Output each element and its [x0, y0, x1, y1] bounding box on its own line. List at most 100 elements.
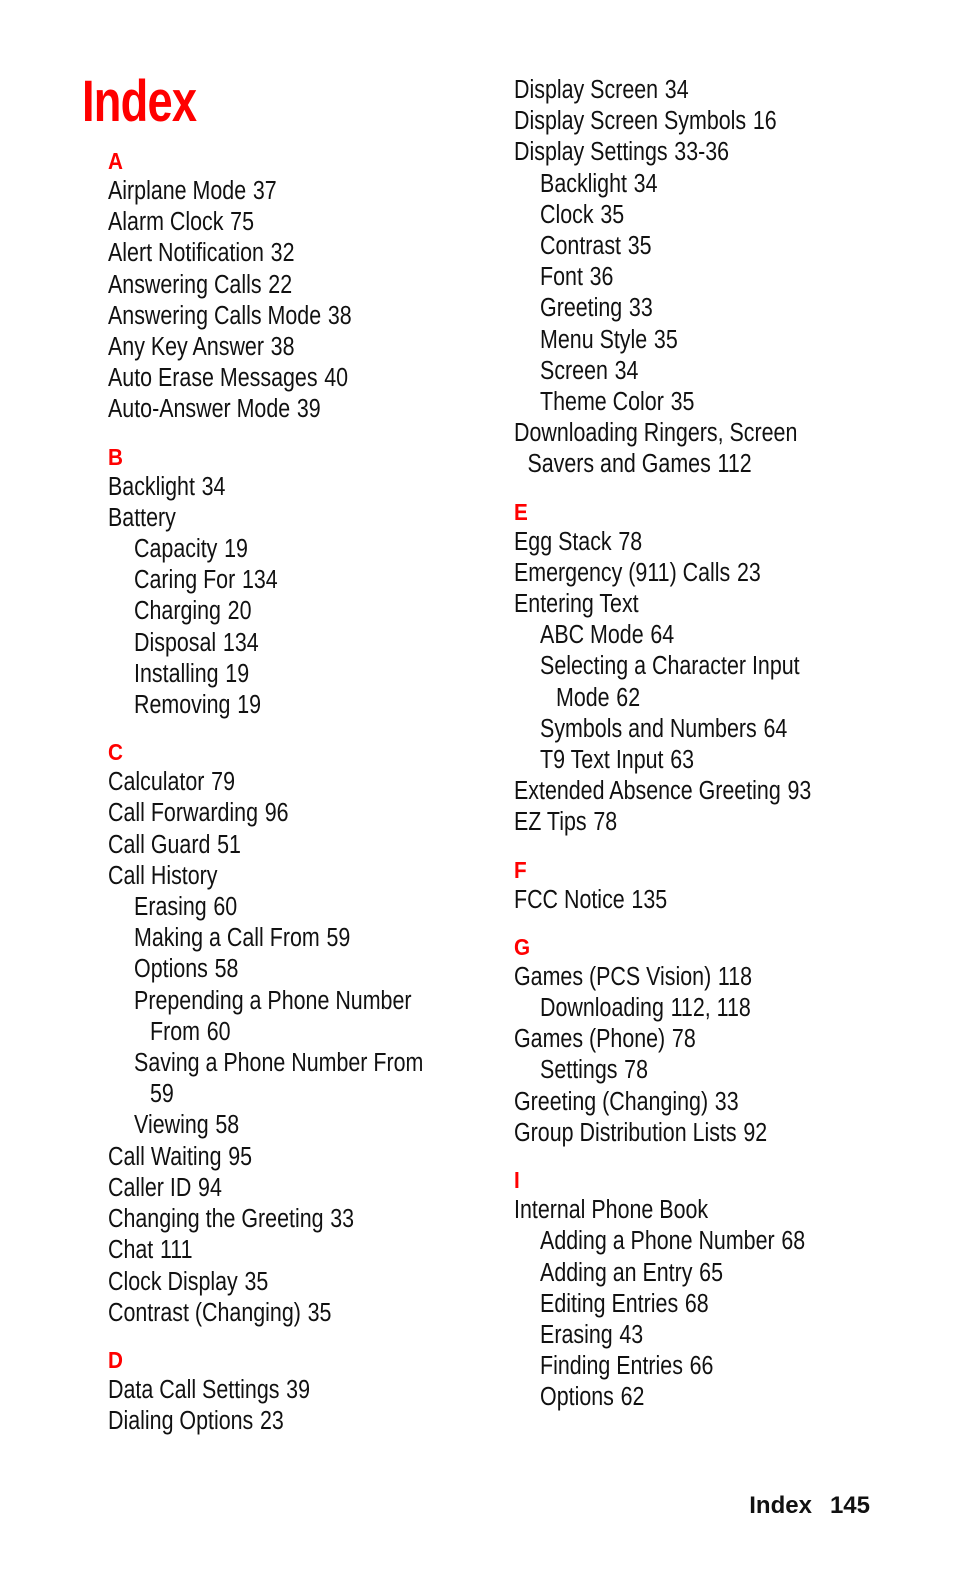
entry-page-ref[interactable]: 134 [242, 566, 278, 594]
entry-term: Removing [134, 691, 231, 720]
entry-page-ref[interactable]: 111 [160, 1236, 193, 1264]
entry-page-ref[interactable]: 20 [228, 597, 252, 625]
entry-term: Erasing [134, 893, 207, 922]
letter-group: I Internal Phone Book Adding a Phone Numbe… [514, 1165, 954, 1413]
entry-page-ref[interactable]: 75 [230, 208, 254, 236]
entry-term: Charging [134, 597, 221, 626]
entry-term: Installing [134, 659, 219, 688]
entry-page-ref[interactable]: 34 [665, 76, 689, 104]
entry-continuation: Savers and Games 112 [514, 449, 917, 480]
entry-term: Screen [540, 356, 608, 385]
entry-term: Font [540, 263, 583, 292]
entry-page-ref[interactable]: 35 [671, 388, 695, 416]
entry-page-ref[interactable]: 35 [628, 232, 652, 260]
entry-page-ref[interactable]: 58 [215, 955, 239, 983]
entry-page-ref[interactable]: 51 [217, 831, 241, 859]
entry-page-ref[interactable]: 43 [619, 1321, 643, 1349]
entry-page-ref[interactable]: 23 [737, 559, 761, 587]
entry-page-ref[interactable]: 59 [150, 1080, 174, 1108]
page-footer: Index 145 [749, 1492, 870, 1520]
entry-page-ref[interactable]: 134 [223, 629, 259, 657]
entry-page-ref[interactable]: 19 [237, 691, 261, 719]
entry-page-ref[interactable]: 34 [634, 170, 658, 198]
entry-page-ref[interactable]: 22 [268, 271, 292, 299]
entry-page-ref[interactable]: 96 [265, 799, 289, 827]
entry-term: Greeting (Changing) [514, 1087, 709, 1116]
entry-page-ref[interactable]: 78 [618, 528, 642, 556]
entry-page-ref[interactable]: 60 [207, 1018, 231, 1046]
entry-page-ref[interactable]: 112, 118 [671, 994, 751, 1022]
entry-page-ref[interactable]: 60 [213, 893, 237, 921]
entry-term: Greeting [540, 294, 623, 323]
index-entry: Display Screen 34 [514, 75, 917, 106]
entry-page-ref[interactable]: 34 [615, 357, 639, 385]
entry-page-ref[interactable]: 33 [715, 1088, 739, 1116]
index-subentry: Finding Entries 66 [514, 1351, 943, 1382]
entry-page-ref[interactable]: 92 [743, 1119, 767, 1147]
entry-page-ref[interactable]: 118 [718, 963, 752, 991]
entry-page-ref[interactable]: 78 [672, 1025, 696, 1053]
index-subentry: Contrast 35 [514, 231, 943, 262]
entry-page-ref[interactable]: 37 [253, 177, 277, 205]
entry-page-ref[interactable]: 19 [225, 660, 249, 688]
entry-page-ref[interactable]: 39 [286, 1376, 310, 1404]
index-entry: Downloading Ringers, Screen Savers and Ga… [514, 418, 917, 480]
entry-term: Adding an Entry [540, 1258, 693, 1287]
entry-page-ref[interactable]: 78 [593, 808, 617, 836]
entry-page-ref[interactable]: 62 [621, 1383, 645, 1411]
index-subentry: Charging 20 [108, 596, 537, 627]
entry-page-ref[interactable]: 65 [699, 1259, 723, 1287]
entry-page-ref[interactable]: 64 [650, 621, 674, 649]
entry-page-ref[interactable]: 19 [224, 535, 248, 563]
index-subentry: Editing Entries 68 [514, 1289, 943, 1320]
entry-page-ref[interactable]: 68 [685, 1290, 709, 1318]
entry-page-ref[interactable]: 39 [297, 395, 321, 423]
index-entry: Dialing Options 23 [108, 1406, 511, 1437]
index-subentry: Greeting 33 [514, 293, 943, 324]
entry-page-ref[interactable]: 112 [718, 450, 752, 478]
entry-page-ref[interactable]: 33 [629, 294, 653, 322]
entry-page-ref[interactable]: 59 [326, 924, 350, 952]
entry-page-ref[interactable]: 79 [211, 768, 235, 796]
entry-page-ref[interactable]: 16 [753, 107, 777, 135]
index-subentry: Adding a Phone Number 68 [514, 1226, 943, 1257]
entry-page-ref[interactable]: 68 [781, 1227, 805, 1255]
entry-page-ref[interactable]: 35 [600, 201, 624, 229]
entry-page-ref[interactable]: 64 [763, 715, 787, 743]
entry-page-ref[interactable]: 36 [590, 263, 614, 291]
entry-term: Contrast [540, 232, 621, 261]
entry-term: Selecting a Character Input [540, 652, 800, 681]
index-subentry: Erasing 60 [108, 892, 537, 923]
entry-page-ref[interactable]: 94 [198, 1174, 222, 1202]
entry-term: Changing the Greeting [108, 1205, 324, 1234]
entry-page-ref[interactable]: 38 [328, 302, 352, 330]
entry-term: Display Screen Symbols [514, 107, 747, 136]
index-subentry: ABC Mode 64 [514, 620, 943, 651]
index-subentry: Clock 35 [514, 200, 943, 231]
entry-page-ref[interactable]: 34 [202, 473, 226, 501]
entry-page-ref[interactable]: 38 [271, 333, 295, 361]
entry-page-ref[interactable]: 35 [244, 1268, 268, 1296]
entry-page-ref[interactable]: 63 [670, 746, 694, 774]
entry-continuation: From 60 [134, 1017, 537, 1048]
entry-term: Calculator [108, 768, 205, 797]
entry-page-ref[interactable]: 23 [260, 1407, 284, 1435]
entry-page-ref[interactable]: 95 [228, 1143, 252, 1171]
entry-term: Airplane Mode [108, 177, 247, 205]
index-entry: Changing the Greeting 33 [108, 1204, 511, 1235]
section-letter: E [514, 498, 528, 525]
entry-page-ref[interactable]: 35 [308, 1299, 332, 1327]
entry-page-ref[interactable]: 66 [690, 1352, 714, 1380]
entry-page-ref[interactable]: 135 [631, 886, 667, 914]
entry-page-ref[interactable]: 33-36 [674, 138, 729, 166]
entry-page-ref[interactable]: 93 [787, 777, 811, 805]
entry-page-ref[interactable]: 58 [215, 1111, 239, 1139]
index-subentry: Options 62 [514, 1382, 943, 1413]
entry-page-ref[interactable]: 35 [654, 326, 678, 354]
entry-page-ref[interactable]: 40 [324, 364, 348, 392]
entry-page-ref[interactable]: 78 [624, 1056, 648, 1084]
entry-page-ref[interactable]: 33 [330, 1205, 354, 1233]
entry-term: Display Settings [514, 138, 668, 167]
entry-page-ref[interactable]: 62 [616, 684, 640, 712]
entry-page-ref[interactable]: 32 [271, 239, 295, 267]
